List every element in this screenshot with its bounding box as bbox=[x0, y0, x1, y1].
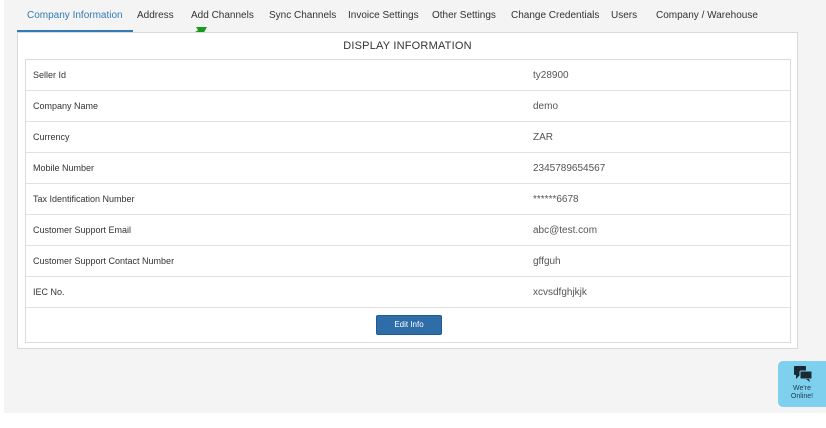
row-label: Mobile Number bbox=[33, 163, 95, 173]
button-row: Edit Info bbox=[26, 308, 790, 342]
table-row: Customer Support Email abc@test.com bbox=[26, 215, 790, 246]
row-label: Customer Support Contact Number bbox=[33, 256, 175, 266]
row-value: demo bbox=[533, 101, 559, 112]
table-row: Tax Identification Number ******6678 bbox=[26, 184, 790, 215]
row-value: ******6678 bbox=[533, 194, 579, 205]
tab-company-information[interactable]: Company Information bbox=[17, 0, 133, 32]
display-information-panel: DISPLAY INFORMATION Seller Id ty28900 Co… bbox=[17, 32, 798, 349]
row-value: abc@test.com bbox=[533, 225, 598, 236]
row-label: IEC No. bbox=[33, 287, 65, 297]
edit-info-button[interactable]: Edit Info bbox=[376, 315, 442, 335]
tab-invoice-settings[interactable]: Invoice Settings bbox=[348, 0, 419, 32]
chat-status-label: We're Online! bbox=[790, 385, 814, 400]
tab-users[interactable]: Users bbox=[611, 0, 637, 32]
row-value: 2345789654567 bbox=[533, 163, 606, 174]
table-row: Customer Support Contact Number gffguh bbox=[26, 246, 790, 277]
table-row: Company Name demo bbox=[26, 91, 790, 122]
table-row: Mobile Number 2345789654567 bbox=[26, 153, 790, 184]
tab-address[interactable]: Address bbox=[137, 0, 174, 32]
tab-change-credentials[interactable]: Change Credentials bbox=[511, 0, 599, 32]
table-row: IEC No. xcvsdfghjkjk bbox=[26, 277, 790, 308]
tab-company-warehouse[interactable]: Company / Warehouse bbox=[656, 0, 758, 32]
row-value: ty28900 bbox=[533, 70, 569, 81]
table-row: Seller Id ty28900 bbox=[26, 60, 790, 91]
row-label: Company Name bbox=[33, 101, 99, 111]
row-label: Tax Identification Number bbox=[33, 194, 135, 204]
row-value: ZAR bbox=[533, 132, 553, 143]
settings-tabs: Company Information Address Add Channels… bbox=[17, 0, 826, 32]
row-label: Currency bbox=[33, 132, 70, 142]
tab-other-settings[interactable]: Other Settings bbox=[432, 0, 496, 32]
row-value: gffguh bbox=[533, 256, 561, 267]
row-label: Customer Support Email bbox=[33, 225, 132, 235]
tab-sync-channels[interactable]: Sync Channels bbox=[269, 0, 336, 32]
row-value: xcvsdfghjkjk bbox=[533, 287, 587, 298]
table-row: Currency ZAR bbox=[26, 122, 790, 153]
info-table: Seller Id ty28900 Company Name demo Curr… bbox=[25, 59, 791, 343]
row-label: Seller Id bbox=[33, 70, 67, 80]
chat-bubbles-icon bbox=[794, 366, 813, 382]
chat-widget[interactable]: We're Online! bbox=[778, 361, 826, 407]
panel-title: DISPLAY INFORMATION bbox=[343, 40, 472, 52]
